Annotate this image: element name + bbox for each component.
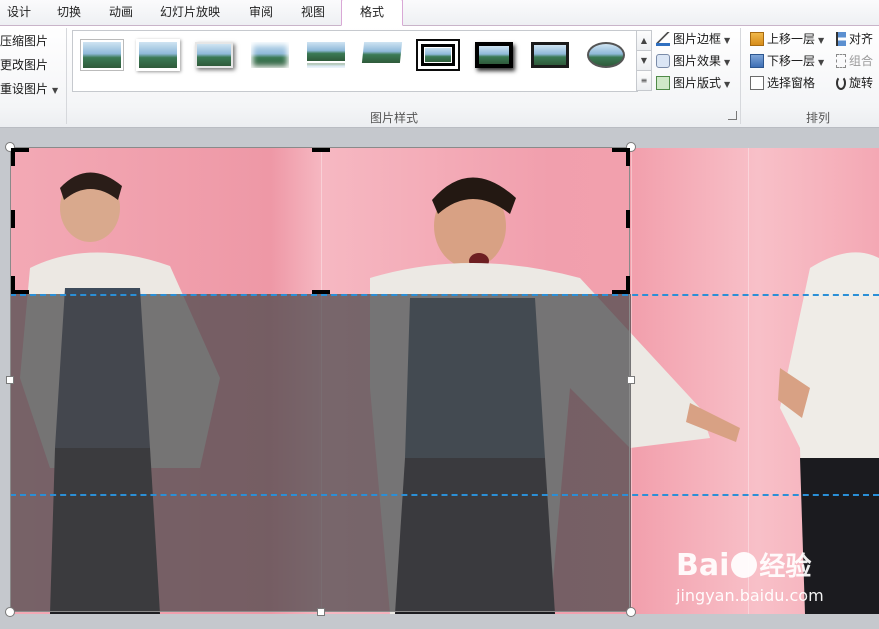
dropdown-arrow-icon: ▼ — [724, 80, 731, 89]
style-thumb-metal[interactable] — [528, 39, 572, 71]
ribbon-tab-bar: 设计 切换 动画 幻灯片放映 审阅 视图 格式 — [0, 0, 879, 26]
dropdown-arrow-icon: ▼ — [818, 58, 825, 67]
selection-outline — [10, 147, 630, 612]
selection-pane-icon — [750, 76, 764, 90]
selection-pane-button[interactable]: 选择窗格 — [750, 74, 815, 92]
style-thumb-white-frame[interactable] — [136, 39, 180, 71]
gallery-more[interactable]: ≡ — [636, 70, 652, 91]
resize-handle-bottom-left[interactable] — [5, 607, 15, 617]
change-picture-button[interactable]: 更改图片 — [0, 56, 48, 74]
style-thumb-soft-shadow[interactable] — [192, 39, 236, 71]
style-thumb-simple-frame[interactable] — [80, 39, 124, 71]
align-button[interactable]: 对齐 — [836, 30, 873, 48]
dropdown-arrow-icon: ▼ — [724, 58, 731, 67]
dropdown-arrow-icon: ▼ — [724, 36, 731, 45]
crop-handle-bottom-left-v[interactable] — [11, 276, 15, 294]
tab-transitions[interactable]: 切换 — [48, 0, 90, 25]
tab-view[interactable]: 视图 — [292, 0, 334, 25]
resize-handle-right[interactable] — [627, 376, 635, 384]
pen-border-icon — [656, 32, 670, 46]
bring-forward-button[interactable]: 上移一层 ▼ — [750, 30, 824, 48]
resize-handle-bottom-right[interactable] — [626, 607, 636, 617]
dropdown-arrow-icon: ▼ — [818, 36, 825, 45]
arrange-group-label: 排列 — [806, 111, 831, 125]
ribbon: 压缩图片 更改图片 重设图片 ▼ ▲ ▼ ≡ 图片边框 ▼ 图片效果 ▼ 图片版式 ▼ … — [0, 26, 879, 128]
compress-pictures-button[interactable]: 压缩图片 — [0, 32, 48, 50]
rotate-button[interactable]: 旋转 — [836, 74, 873, 92]
rotate-icon — [836, 76, 846, 90]
dropdown-arrow-icon: ▼ — [52, 86, 59, 95]
paw-logo-icon — [731, 552, 758, 578]
resize-handle-bottom[interactable] — [317, 608, 325, 616]
effects-icon — [656, 54, 670, 68]
style-thumb-perspective[interactable] — [360, 39, 404, 71]
style-thumb-thick-black-selected[interactable] — [416, 39, 460, 71]
dialog-launcher-icon[interactable] — [728, 111, 737, 120]
reset-picture-button[interactable]: 重设图片 ▼ — [0, 80, 58, 98]
tab-animations[interactable]: 动画 — [100, 0, 142, 25]
style-thumb-reflection[interactable] — [304, 39, 348, 71]
group-button[interactable]: 组合 — [836, 52, 873, 70]
watermark-brand: Bai 经验 — [676, 548, 812, 583]
crop-handle-bottom-right-v[interactable] — [626, 276, 630, 294]
send-backward-icon — [750, 54, 764, 68]
crop-handle-top[interactable] — [312, 148, 330, 152]
group-icon — [836, 54, 846, 68]
watermark-url: jingyan.baidu.com — [676, 586, 824, 605]
crop-handle-left[interactable] — [11, 210, 15, 228]
crop-handle-top-right-v[interactable] — [626, 148, 630, 166]
tab-review[interactable]: 审阅 — [240, 0, 282, 25]
resize-handle-left[interactable] — [6, 376, 14, 384]
baidu-jingyan-watermark: Bai 经验 jingyan.baidu.com — [676, 540, 876, 610]
picture-style-gallery — [72, 30, 638, 92]
tab-format[interactable]: 格式 — [341, 0, 403, 26]
style-thumb-black-shadow[interactable] — [472, 39, 516, 71]
picture-layout-button[interactable]: 图片版式 ▼ — [656, 74, 730, 92]
crop-handle-bottom[interactable] — [312, 290, 330, 294]
picture-border-button[interactable]: 图片边框 ▼ — [656, 30, 730, 48]
crop-handle-right[interactable] — [626, 210, 630, 228]
tab-slideshow[interactable]: 幻灯片放映 — [152, 0, 228, 25]
style-thumb-oval[interactable] — [584, 39, 628, 71]
bring-forward-icon — [750, 32, 764, 46]
layout-icon — [656, 76, 670, 90]
gallery-scroll-up[interactable]: ▲ — [636, 30, 652, 51]
tab-design[interactable]: 设计 — [0, 0, 38, 25]
style-thumb-soft-edge[interactable] — [248, 39, 292, 71]
picture-effects-button[interactable]: 图片效果 ▼ — [656, 52, 730, 70]
crop-handle-top-left-v[interactable] — [11, 148, 15, 166]
send-backward-button[interactable]: 下移一层 ▼ — [750, 52, 824, 70]
align-icon — [836, 32, 846, 46]
picture-styles-group-label: 图片样式 — [370, 111, 419, 125]
gallery-scroll-down[interactable]: ▼ — [636, 50, 652, 71]
